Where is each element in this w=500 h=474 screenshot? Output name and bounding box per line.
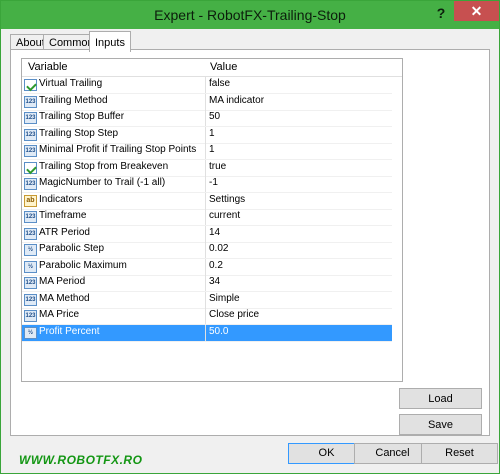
load-button[interactable]: Load bbox=[399, 388, 482, 409]
variable-name: MagicNumber to Trail (-1 all) bbox=[39, 177, 166, 188]
variable-name: Trailing Stop from Breakeven bbox=[39, 160, 169, 172]
variable-value[interactable]: -1 bbox=[209, 177, 389, 188]
column-divider bbox=[205, 324, 206, 341]
int-icon: 123 bbox=[24, 112, 37, 124]
grid-row[interactable]: 123 Minimal Profit if Trailing Stop Point… bbox=[22, 143, 392, 160]
variable-name: Profit Percent bbox=[39, 325, 100, 337]
column-divider bbox=[205, 192, 206, 209]
grid-row[interactable]: ½ Parabolic Maximum 0.2 bbox=[22, 258, 392, 276]
variable-value[interactable]: 0.02 bbox=[209, 243, 389, 254]
reset-button[interactable]: Reset bbox=[421, 443, 498, 464]
grid-row[interactable]: 123 Trailing Stop Step 1 bbox=[22, 126, 392, 144]
variable-name: Parabolic Maximum bbox=[39, 259, 127, 271]
column-divider bbox=[205, 225, 206, 242]
variable-name: Parabolic Step bbox=[39, 243, 105, 254]
grid-row[interactable]: 123 MA Period 34 bbox=[22, 275, 392, 292]
variable-value[interactable]: Close price bbox=[209, 309, 389, 320]
bool-icon bbox=[24, 161, 37, 174]
int-icon: 123 bbox=[24, 293, 37, 306]
variable-value[interactable]: false bbox=[209, 78, 389, 89]
variable-name: MA Period bbox=[39, 276, 86, 287]
column-divider bbox=[205, 143, 206, 159]
column-divider bbox=[205, 308, 206, 324]
grid-row[interactable]: ½ Parabolic Step 0.02 bbox=[22, 242, 392, 259]
grid-row[interactable]: 123 Trailing Method MA indicator bbox=[22, 93, 392, 111]
int-icon: 123 bbox=[24, 128, 37, 141]
variable-value[interactable]: 14 bbox=[209, 227, 389, 238]
variable-value[interactable]: Settings bbox=[209, 194, 389, 205]
variable-name: MA Price bbox=[39, 309, 80, 320]
variable-value[interactable]: Simple bbox=[209, 293, 389, 304]
int-icon: 123 bbox=[24, 277, 37, 289]
variable-value[interactable]: 34 bbox=[209, 276, 389, 287]
header-value[interactable]: Value bbox=[210, 61, 237, 73]
grid-row[interactable]: 123 MagicNumber to Trail (-1 all) -1 bbox=[22, 176, 392, 193]
variable-value[interactable]: current bbox=[209, 210, 389, 221]
int-icon: 123 bbox=[24, 178, 37, 190]
variable-name: Trailing Method bbox=[39, 94, 108, 106]
double-icon: ½ bbox=[24, 244, 37, 256]
watermark-text: WWW.ROBOTFX.RO bbox=[19, 453, 143, 467]
grid-row[interactable]: 123 MA Price Close price bbox=[22, 308, 392, 325]
column-divider bbox=[205, 209, 206, 225]
column-divider bbox=[205, 258, 206, 275]
variable-value[interactable]: MA indicator bbox=[209, 95, 389, 106]
tab-inputs[interactable]: Inputs bbox=[89, 31, 131, 52]
variable-name: Indicators bbox=[39, 193, 83, 205]
variable-name: Virtual Trailing bbox=[39, 78, 103, 89]
variable-value[interactable]: 50 bbox=[209, 111, 389, 122]
variable-value[interactable]: 1 bbox=[209, 128, 389, 139]
int-icon: 123 bbox=[24, 310, 37, 322]
bool-icon bbox=[24, 79, 37, 91]
variable-name: Minimal Profit if Trailing Stop Points bbox=[39, 144, 197, 155]
column-divider bbox=[205, 275, 206, 291]
inputs-grid: Variable Value Virtual Trailing false 123 T… bbox=[21, 58, 403, 382]
column-divider bbox=[205, 159, 206, 176]
grid-header: Variable Value bbox=[22, 59, 402, 77]
variable-value[interactable]: 1 bbox=[209, 144, 389, 155]
column-divider bbox=[205, 110, 206, 126]
column-divider bbox=[205, 291, 206, 308]
variable-value[interactable]: 50.0 bbox=[209, 326, 389, 337]
grid-row[interactable]: 123 ATR Period 14 bbox=[22, 225, 392, 243]
title-bar[interactable]: Expert - RobotFX-Trailing-Stop ? ✕ bbox=[1, 1, 499, 29]
int-icon: 123 bbox=[24, 227, 37, 240]
grid-row[interactable]: Virtual Trailing false bbox=[22, 77, 392, 94]
window-title: Expert - RobotFX-Trailing-Stop bbox=[154, 7, 346, 23]
grid-row[interactable]: 123 Trailing Stop Buffer 50 bbox=[22, 110, 392, 127]
variable-name: MA Method bbox=[39, 292, 90, 304]
variable-name: ATR Period bbox=[39, 226, 90, 238]
int-icon: 123 bbox=[24, 95, 37, 108]
save-button[interactable]: Save bbox=[399, 414, 482, 435]
expert-dialog: Expert - RobotFX-Trailing-Stop ? ✕ About… bbox=[0, 0, 500, 474]
column-divider bbox=[205, 126, 206, 143]
grid-row[interactable]: ab Indicators Settings bbox=[22, 192, 392, 210]
variable-value[interactable]: 0.2 bbox=[209, 260, 389, 271]
column-divider bbox=[205, 176, 206, 192]
close-button[interactable]: ✕ bbox=[454, 1, 499, 21]
double-icon: ½ bbox=[24, 260, 37, 273]
grid-row[interactable]: Trailing Stop from Breakeven true bbox=[22, 159, 392, 177]
double-icon: ½ bbox=[24, 326, 37, 339]
cancel-button[interactable]: Cancel bbox=[354, 443, 431, 464]
grid-row[interactable]: 123 MA Method Simple bbox=[22, 291, 392, 309]
variable-name: Trailing Stop Step bbox=[39, 127, 119, 139]
inputs-panel: Variable Value Virtual Trailing false 123 T… bbox=[10, 49, 490, 436]
string-icon: ab bbox=[24, 194, 37, 207]
variable-name: Timeframe bbox=[39, 210, 87, 221]
help-button[interactable]: ? bbox=[433, 5, 449, 23]
int-icon: 123 bbox=[24, 211, 37, 223]
int-icon: 123 bbox=[24, 145, 37, 157]
header-variable[interactable]: Variable bbox=[28, 61, 68, 73]
column-divider bbox=[205, 242, 206, 258]
column-divider bbox=[205, 93, 206, 110]
variable-name: Trailing Stop Buffer bbox=[39, 111, 125, 122]
variable-value[interactable]: true bbox=[209, 161, 389, 172]
column-divider bbox=[205, 77, 206, 93]
grid-row[interactable]: 123 Timeframe current bbox=[22, 209, 392, 226]
grid-row[interactable]: ½ Profit Percent 50.0 bbox=[22, 324, 392, 342]
